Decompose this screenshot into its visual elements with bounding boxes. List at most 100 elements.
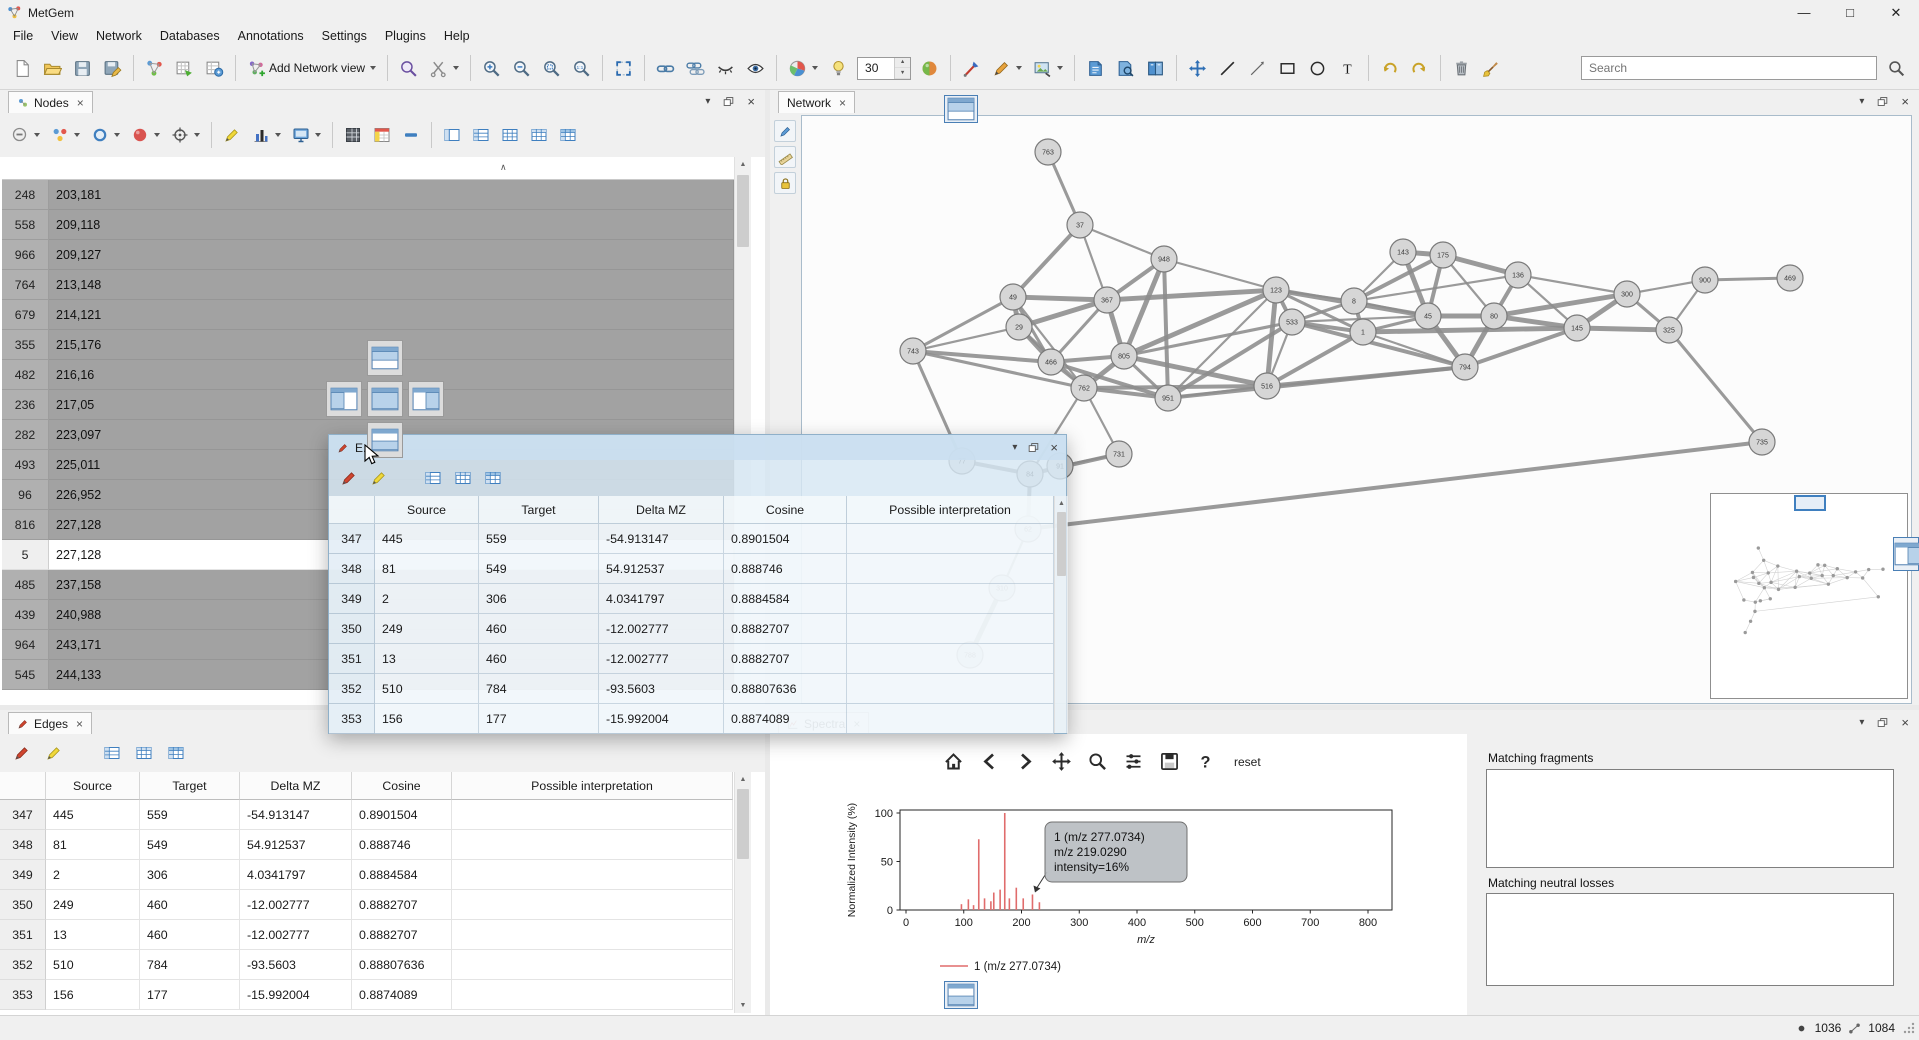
row-header[interactable]: 964: [2, 630, 49, 660]
nodes-table-row[interactable]: 248203,181: [2, 180, 734, 210]
source-cell[interactable]: 156: [375, 704, 479, 734]
close-button[interactable]: ✕: [1873, 0, 1919, 25]
ellipse-tool-button[interactable]: [1303, 52, 1332, 84]
pen-yellow-button[interactable]: [40, 737, 68, 769]
network-node[interactable]: 145: [1564, 315, 1590, 341]
pen-red-button[interactable]: [8, 737, 36, 769]
view-spectrum-ids-button[interactable]: [1111, 52, 1140, 84]
dock-float-button[interactable]: [1027, 441, 1040, 454]
pen-yellow-button[interactable]: [218, 119, 246, 151]
network-node[interactable]: 136: [1505, 262, 1531, 288]
network-node[interactable]: 1: [1350, 319, 1376, 345]
interpretation-cell[interactable]: [452, 920, 733, 950]
network-node[interactable]: 37: [1067, 212, 1093, 238]
cosine-cell[interactable]: 0.8882707: [352, 920, 452, 950]
table-view-1-button[interactable]: [438, 119, 466, 151]
zoom-out-button[interactable]: [507, 52, 536, 84]
source-cell[interactable]: 510: [46, 950, 140, 980]
fit-to-screen-button[interactable]: [609, 52, 638, 84]
scrollbar-thumb[interactable]: [737, 175, 749, 247]
delta_mz-cell[interactable]: -54.913147: [599, 524, 724, 554]
row-header[interactable]: 353: [329, 704, 375, 734]
show-items-button[interactable]: [741, 52, 770, 84]
target-cell[interactable]: 460: [479, 614, 599, 644]
network-node[interactable]: 794: [1452, 354, 1478, 380]
dock-edge-indicator-top[interactable]: [944, 95, 978, 123]
scroll-up-icon[interactable]: ▲: [735, 157, 751, 172]
node-color-button[interactable]: [915, 52, 944, 84]
forward-button[interactable]: [1012, 748, 1039, 775]
row-header[interactable]: 558: [2, 210, 49, 240]
network-node[interactable]: 325: [1656, 317, 1682, 343]
edges-table-row[interactable]: 353156177-15.9920040.8874089: [329, 704, 1054, 734]
show-linked-edges-button[interactable]: [681, 52, 710, 84]
spin-down-icon[interactable]: ▼: [895, 68, 910, 79]
dock-close-button[interactable]: ×: [1901, 94, 1909, 109]
mz-cell[interactable]: 214,121: [49, 300, 734, 330]
menu-plugins[interactable]: Plugins: [376, 26, 435, 46]
table-view-3-button[interactable]: [496, 119, 524, 151]
dock-menu-button[interactable]: ▾: [1012, 442, 1017, 453]
source-cell[interactable]: 445: [46, 800, 140, 830]
pen-colors-button[interactable]: [987, 52, 1027, 84]
close-icon[interactable]: ×: [76, 717, 83, 731]
target-cell[interactable]: 306: [140, 860, 240, 890]
tab-network[interactable]: Network ×: [778, 91, 855, 113]
row-header[interactable]: 96: [2, 480, 49, 510]
dock-menu-button[interactable]: ▾: [1859, 96, 1864, 107]
cosine-cell[interactable]: 0.888746: [724, 554, 847, 584]
save-button[interactable]: [1156, 748, 1183, 775]
network-node[interactable]: 805: [1111, 343, 1137, 369]
menu-file[interactable]: File: [4, 26, 42, 46]
redo-button[interactable]: [1405, 52, 1434, 84]
cosine-cell[interactable]: 0.8874089: [724, 704, 847, 734]
column-header-source[interactable]: Source: [375, 496, 479, 524]
table-headers-button[interactable]: [98, 737, 126, 769]
nodes-table-row[interactable]: 558209,118: [2, 210, 734, 240]
table-view-5-button[interactable]: [479, 462, 507, 494]
row-header[interactable]: 816: [2, 510, 49, 540]
matching-fragments-box[interactable]: [1486, 769, 1894, 868]
import-group-mapping-button[interactable]: [200, 52, 229, 84]
delta_mz-cell[interactable]: -12.002777: [240, 920, 352, 950]
target-cell[interactable]: 177: [479, 704, 599, 734]
save-file-button[interactable]: [68, 52, 97, 84]
interpretation-cell[interactable]: [452, 800, 733, 830]
row-header[interactable]: 355: [2, 330, 49, 360]
network-node[interactable]: 175: [1430, 242, 1456, 268]
zoom-in-button[interactable]: [477, 52, 506, 84]
network-node[interactable]: 762: [1071, 375, 1097, 401]
network-node[interactable]: 123: [1263, 277, 1289, 303]
column-header-cosine[interactable]: Cosine: [724, 496, 847, 524]
target-cell[interactable]: 784: [479, 674, 599, 704]
tab-edges[interactable]: Edges ×: [8, 712, 92, 734]
delta_mz-cell[interactable]: -54.913147: [240, 800, 352, 830]
delete-column-button[interactable]: [397, 119, 425, 151]
interpretation-cell[interactable]: [847, 644, 1054, 674]
scroll-down-icon[interactable]: ▼: [735, 998, 751, 1013]
network-node[interactable]: 8: [1341, 288, 1367, 314]
cosine-cell[interactable]: 0.8874089: [352, 980, 452, 1010]
pan-button[interactable]: [1048, 748, 1075, 775]
open-spectrum-lookup-button[interactable]: [394, 52, 423, 84]
import-metadata-button[interactable]: [170, 52, 199, 84]
ruler-button[interactable]: [774, 146, 796, 168]
network-minimap[interactable]: [1710, 493, 1908, 699]
process-data-button[interactable]: [140, 52, 169, 84]
target-cell[interactable]: 559: [140, 800, 240, 830]
target-cell[interactable]: 177: [140, 980, 240, 1010]
dock-guide-right[interactable]: [408, 381, 444, 417]
edges-table-row[interactable]: 34923064.03417970.8884584: [0, 860, 733, 890]
network-node[interactable]: 948: [1151, 246, 1177, 272]
curation-tools-button[interactable]: [424, 52, 464, 84]
nodes-table-row[interactable]: 679214,121: [2, 300, 734, 330]
source-cell[interactable]: 249: [375, 614, 479, 644]
target-cell[interactable]: 460: [479, 644, 599, 674]
interpretation-cell[interactable]: [452, 890, 733, 920]
reset-button[interactable]: reset: [1228, 752, 1267, 772]
row-header[interactable]: 493: [2, 450, 49, 480]
network-node[interactable]: 300: [1614, 281, 1640, 307]
mz-cell[interactable]: 209,127: [49, 240, 734, 270]
table-view-4-button[interactable]: [525, 119, 553, 151]
network-node[interactable]: 466: [1038, 349, 1064, 375]
